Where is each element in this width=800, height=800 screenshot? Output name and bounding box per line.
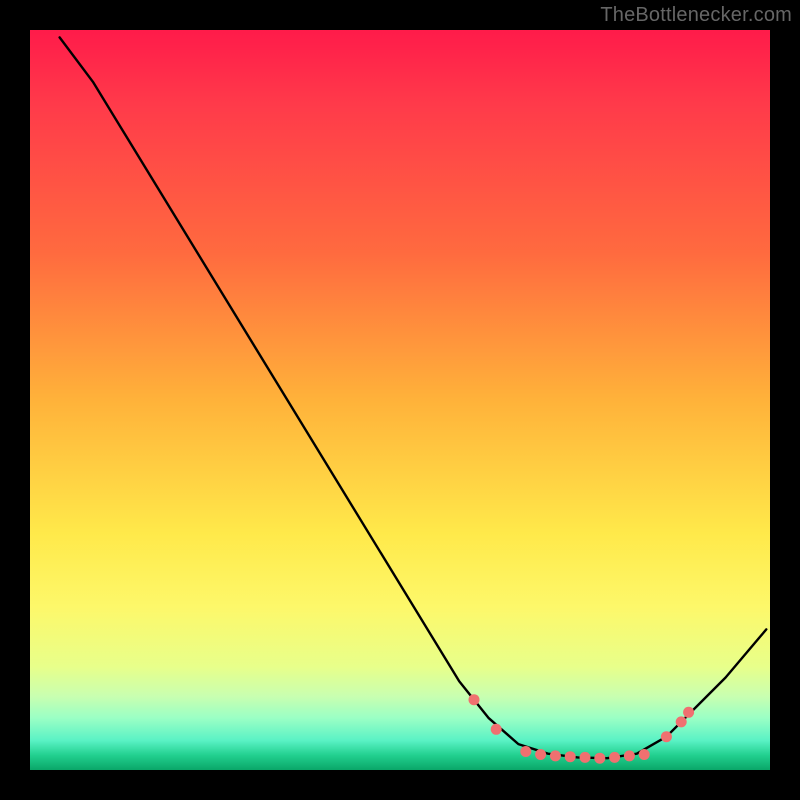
attribution-text: TheBottlenecker.com: [600, 4, 792, 27]
plot-area: [30, 30, 770, 770]
chart-frame: TheBottlenecker.com: [0, 0, 800, 800]
